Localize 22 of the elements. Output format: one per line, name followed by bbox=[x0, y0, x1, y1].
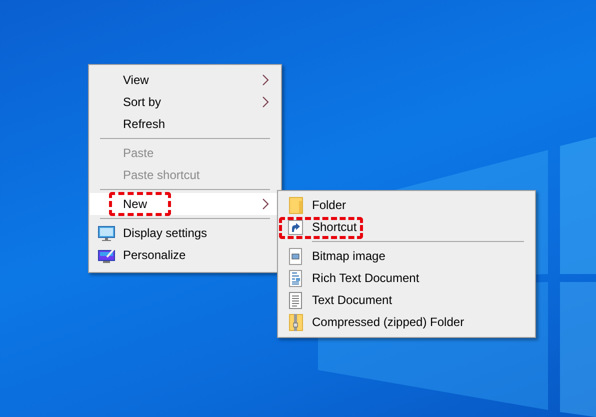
menu-item[interactable]: Refresh bbox=[90, 113, 280, 135]
text-file-icon bbox=[289, 292, 302, 308]
menu-item[interactable]: Display settings bbox=[90, 222, 280, 244]
menu-item[interactable]: View bbox=[90, 69, 280, 91]
menu-item[interactable]: Personalize bbox=[90, 244, 280, 266]
chevron-right-icon bbox=[262, 96, 269, 108]
chevron-right-icon bbox=[262, 198, 269, 210]
menu-item[interactable]: Rich Text Document bbox=[279, 267, 534, 289]
menu-item[interactable]: Folder bbox=[279, 194, 534, 216]
zip-folder-icon bbox=[288, 314, 302, 330]
monitor-icon bbox=[98, 226, 115, 240]
menu-item[interactable]: Bitmap image bbox=[279, 245, 534, 267]
image-file-icon bbox=[289, 248, 302, 264]
document-icon bbox=[289, 270, 302, 286]
monitor-brush-icon bbox=[98, 248, 115, 262]
menu-item[interactable]: Text Document bbox=[279, 289, 534, 311]
menu-item[interactable]: New bbox=[90, 193, 280, 215]
folder-icon bbox=[288, 196, 302, 214]
menu-item[interactable]: Compressed (zipped) Folder bbox=[279, 311, 534, 333]
menu-item[interactable]: Sort by bbox=[90, 91, 280, 113]
chevron-right-icon bbox=[262, 74, 269, 86]
menu-item[interactable]: Shortcut bbox=[279, 216, 534, 238]
